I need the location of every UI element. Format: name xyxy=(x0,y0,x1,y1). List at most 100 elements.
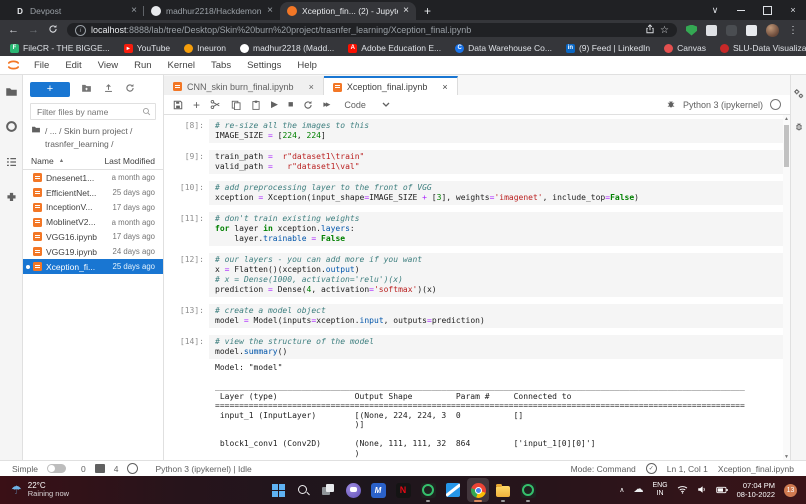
menu-view[interactable]: View xyxy=(90,60,126,71)
close-button[interactable]: × xyxy=(780,0,806,20)
chevron-down-icon[interactable]: ∨ xyxy=(702,0,728,20)
notebook-cell[interactable]: [12]:# our layers - you can add more if … xyxy=(164,253,783,297)
running-sessions-icon[interactable] xyxy=(5,120,18,138)
bookmark-item[interactable]: in(9) Feed | LinkedIn xyxy=(566,43,650,53)
screenshot-extension-icon[interactable] xyxy=(706,25,717,36)
browser-tab[interactable]: DDevpost× xyxy=(8,2,144,20)
column-last-modified[interactable]: Last Modified xyxy=(104,156,155,166)
notebook-cell[interactable]: [13]:# create a model objectmodel = Mode… xyxy=(164,304,783,328)
file-list-header[interactable]: Name ▲ Last Modified xyxy=(23,154,163,170)
column-name[interactable]: Name xyxy=(31,156,54,166)
browser-tab[interactable]: Xception_fin... (2) - JupyterLab× xyxy=(280,2,416,20)
volume-icon[interactable] xyxy=(697,481,707,499)
cursor-position[interactable]: Ln 1, Col 1 xyxy=(667,464,708,474)
copy-cell-icon[interactable] xyxy=(231,100,241,110)
notebook-scrollbar[interactable]: ▲ ▼ xyxy=(783,115,790,461)
breadcrumb[interactable]: / ... / Skin burn project / trasnfer_lea… xyxy=(23,123,163,154)
add-cell-icon[interactable]: + xyxy=(193,99,200,111)
debugger-icon[interactable] xyxy=(794,119,804,137)
adblock-extension-icon[interactable] xyxy=(686,25,697,36)
restart-kernel-icon[interactable] xyxy=(303,100,313,110)
run-cell-icon[interactable]: ▶ xyxy=(271,100,278,109)
clock[interactable]: 07:04 PM 08-10-2022 xyxy=(737,481,775,500)
file-explorer-taskbar-button[interactable] xyxy=(492,478,514,502)
kernel-status-text[interactable]: Python 3 (ipykernel) | Idle xyxy=(155,464,251,474)
weather-widget[interactable]: ☂ 22°C Raining now xyxy=(0,481,80,499)
tab-close-icon[interactable]: × xyxy=(403,6,409,16)
file-row[interactable]: VGG19.ipynb24 days ago xyxy=(23,244,163,259)
tab-close-icon[interactable]: × xyxy=(309,82,314,92)
maximize-button[interactable] xyxy=(754,0,780,20)
tray-chevron-up-icon[interactable]: ∧ xyxy=(619,486,624,494)
menu-tabs[interactable]: Tabs xyxy=(203,60,239,71)
bookmark-star-icon[interactable]: ☆ xyxy=(660,25,669,36)
notebook-cell[interactable]: [10]:# add preprocessing layer to the fr… xyxy=(164,181,783,205)
cut-cell-icon[interactable] xyxy=(210,99,221,110)
table-of-contents-icon[interactable] xyxy=(5,155,18,173)
notebook-cell[interactable]: [14]:# view the structure of the modelmo… xyxy=(164,335,783,461)
site-info-icon[interactable]: i xyxy=(75,25,86,36)
code-editor[interactable]: # create a model objectmodel = Model(inp… xyxy=(209,304,783,328)
bookmark-item[interactable]: ▸YouTube xyxy=(124,43,170,53)
chat-taskbar-button[interactable] xyxy=(342,478,364,502)
onedrive-cloud-icon[interactable]: ☁ xyxy=(633,485,643,495)
stop-kernel-icon[interactable]: ■ xyxy=(288,100,293,109)
menu-edit[interactable]: Edit xyxy=(57,60,89,71)
cell-type-select[interactable]: Code xyxy=(344,100,390,110)
forward-icon[interactable]: → xyxy=(28,25,39,36)
bookmark-item[interactable]: Ineuron xyxy=(184,43,226,53)
extensions-puzzle-icon[interactable] xyxy=(726,25,737,36)
property-inspector-icon[interactable] xyxy=(793,86,804,104)
search-taskbar-button[interactable] xyxy=(292,478,314,502)
bookmark-item[interactable]: SLU-Data Visualizat... xyxy=(720,43,806,53)
new-folder-icon[interactable] xyxy=(81,80,92,98)
refresh-icon[interactable] xyxy=(125,80,135,98)
ring-taskbar-button[interactable] xyxy=(517,478,539,502)
terminal-count[interactable]: 0 xyxy=(81,464,86,474)
document-tab[interactable]: Xception_final.ipynb× xyxy=(324,76,458,96)
task-view-taskbar-button[interactable] xyxy=(317,478,339,502)
code-editor[interactable]: # re-size all the images to thisIMAGE_SI… xyxy=(209,119,783,143)
file-row[interactable]: Xception_fi...25 days ago xyxy=(23,259,163,274)
menu-file[interactable]: File xyxy=(26,60,57,71)
tab-close-icon[interactable]: × xyxy=(131,6,137,16)
kernel-indicator[interactable]: Python 3 (ipykernel) xyxy=(666,99,781,111)
profile-avatar[interactable] xyxy=(766,24,779,37)
extension-manager-icon[interactable] xyxy=(5,190,18,208)
paste-cell-icon[interactable] xyxy=(251,100,261,110)
start-taskbar-button[interactable] xyxy=(267,478,289,502)
back-icon[interactable]: ← xyxy=(8,25,19,36)
file-row[interactable]: MoblinetV2...a month ago xyxy=(23,215,163,230)
restart-run-all-icon[interactable]: ▸▸ xyxy=(323,100,328,109)
address-bar[interactable]: i localhost:8888/lab/tree/Desktop/Skin%2… xyxy=(67,23,677,37)
upload-icon[interactable] xyxy=(103,80,114,98)
scrollbar-thumb[interactable] xyxy=(784,125,789,167)
file-row[interactable]: VGG16.ipynb17 days ago xyxy=(23,230,163,245)
code-editor[interactable]: # view the structure of the modelmodel.s… xyxy=(209,335,783,359)
code-editor[interactable]: # add preprocessing layer to the front o… xyxy=(209,181,783,205)
notification-badge[interactable]: 13 xyxy=(784,484,797,497)
notebook-cell[interactable]: [11]:# don't train existing weightsfor l… xyxy=(164,212,783,246)
minimize-button[interactable] xyxy=(728,0,754,20)
browser-tab[interactable]: madhur2218/Hackdemonium× xyxy=(144,2,280,20)
language-indicator[interactable]: ENG IN xyxy=(652,482,667,499)
simple-mode-toggle[interactable] xyxy=(47,464,66,473)
file-row[interactable]: EfficientNet...25 days ago xyxy=(23,185,163,200)
file-row[interactable]: InceptionV...17 days ago xyxy=(23,200,163,215)
notebook-content[interactable]: [8]:# re-size all the images to thisIMAG… xyxy=(164,115,783,461)
document-tab[interactable]: CNN_skin burn_final.ipynb× xyxy=(164,76,324,95)
menu-kernel[interactable]: Kernel xyxy=(160,60,203,71)
scroll-up-icon[interactable]: ▲ xyxy=(783,116,790,122)
save-icon[interactable] xyxy=(173,100,183,110)
tab-close-icon[interactable]: × xyxy=(267,6,273,16)
m365-taskbar-button[interactable]: M xyxy=(367,478,389,502)
vscode-taskbar-button[interactable] xyxy=(442,478,464,502)
notebook-cell[interactable]: [9]:train_path = r"dataset1\train"valid_… xyxy=(164,150,783,174)
tab-close-icon[interactable]: × xyxy=(442,82,447,92)
menu-help[interactable]: Help xyxy=(289,60,325,71)
battery-icon[interactable] xyxy=(716,481,728,499)
share-icon[interactable] xyxy=(645,24,655,36)
menu-run[interactable]: Run xyxy=(126,60,159,71)
file-row[interactable]: Dnesenet1...a month ago xyxy=(23,170,163,185)
chrome-taskbar-button[interactable] xyxy=(467,478,489,502)
